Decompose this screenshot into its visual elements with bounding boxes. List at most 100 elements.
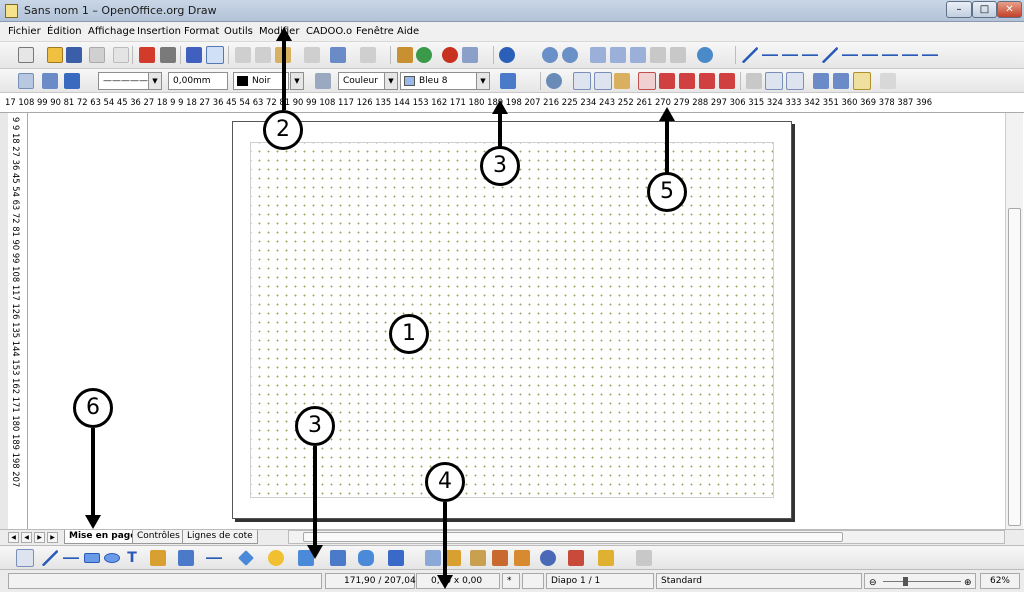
styles-formatting-icon[interactable]	[18, 73, 34, 89]
snap-object-points-icon[interactable]	[699, 73, 715, 89]
glue-points-icon[interactable]	[833, 73, 849, 89]
zoom-width-icon[interactable]	[670, 47, 686, 63]
select-icon[interactable]	[16, 549, 34, 567]
horizontal-scrollbar[interactable]	[288, 530, 1005, 544]
line-arrow-circle-icon[interactable]	[802, 47, 818, 63]
cut-icon[interactable]	[235, 47, 251, 63]
line-width-input[interactable]: 0,00mm	[168, 72, 228, 90]
line-arrow-end-icon[interactable]	[762, 47, 778, 63]
vertical-scroll-thumb[interactable]	[1008, 208, 1021, 526]
zoom-page-icon[interactable]	[650, 47, 666, 63]
line-color-select[interactable]: Noir	[233, 72, 289, 90]
menu-format[interactable]: Format	[184, 26, 219, 37]
line-style-select[interactable]: ————— ▼	[98, 72, 162, 90]
3d-objects-icon[interactable]	[425, 550, 441, 566]
first-tab-button[interactable]: ◀	[8, 532, 19, 543]
lines-arrows-icon[interactable]	[206, 550, 222, 566]
menu-fichier[interactable]: Fichier	[8, 26, 41, 37]
insert-image-icon[interactable]	[492, 550, 508, 566]
zoom-handle[interactable]	[903, 577, 908, 586]
zoom-out-slider-icon[interactable]: ⊖	[869, 576, 877, 590]
export-pdf-icon[interactable]	[139, 47, 155, 63]
rotate-icon[interactable]	[546, 73, 562, 89]
area-style-select[interactable]: Couleur ▼	[338, 72, 398, 90]
snap-guides-icon[interactable]	[638, 72, 656, 90]
draw-arrow-icon[interactable]	[63, 550, 79, 566]
line-arrows-both-icon[interactable]	[922, 47, 938, 63]
spellcheck-icon[interactable]	[186, 47, 202, 63]
shadow-icon[interactable]	[500, 73, 516, 89]
zoom-out-icon[interactable]	[562, 47, 578, 63]
print-icon[interactable]	[160, 47, 176, 63]
save-icon[interactable]	[66, 47, 82, 63]
curve-icon[interactable]	[150, 550, 166, 566]
stars-icon[interactable]	[388, 550, 404, 566]
arrow-style-icon[interactable]	[64, 73, 80, 89]
autospellcheck-icon[interactable]	[206, 46, 224, 64]
extrusion-toggle-icon[interactable]	[636, 550, 652, 566]
zoom-previous-icon[interactable]	[610, 47, 626, 63]
undo-icon[interactable]	[330, 47, 346, 63]
basic-shapes-icon[interactable]	[238, 550, 254, 566]
menu-aide[interactable]: Aide	[397, 26, 419, 37]
menu-insertion[interactable]: Insertion	[137, 26, 181, 37]
zoom-in-icon[interactable]	[542, 47, 558, 63]
text-frame-icon[interactable]	[786, 72, 804, 90]
clone-format-icon[interactable]	[304, 47, 320, 63]
fontwork-gallery-icon[interactable]	[445, 550, 461, 566]
next-tab-button[interactable]: ▶	[34, 532, 45, 543]
zoom-icon[interactable]	[462, 47, 478, 63]
from-file-icon[interactable]	[470, 550, 486, 566]
menu-affichage[interactable]: Affichage	[88, 26, 135, 37]
export-icon[interactable]	[113, 47, 129, 63]
copy-icon[interactable]	[255, 47, 271, 63]
horizontal-scroll-thumb[interactable]	[303, 532, 843, 542]
line-icon-small[interactable]	[42, 73, 58, 89]
line-color-dropdown[interactable]: ▼	[290, 72, 304, 90]
flowchart-icon[interactable]	[330, 550, 346, 566]
zoom-100-icon[interactable]	[590, 47, 606, 63]
area-color-select[interactable]: Bleu 8 ▼	[400, 72, 490, 90]
new-document-icon[interactable]	[18, 47, 34, 63]
area-icon[interactable]	[315, 73, 331, 89]
menu-fenetre[interactable]: Fenêtre	[356, 26, 394, 37]
menu-edition[interactable]: Édition	[47, 26, 82, 37]
tab-lignes-de-cote[interactable]: Lignes de cote	[182, 530, 258, 544]
zoom-in-slider-icon[interactable]: ⊕	[964, 576, 972, 590]
text-tool-icon[interactable]: T	[124, 550, 140, 566]
dimension-line-icon[interactable]	[822, 47, 838, 63]
zoom-next-icon[interactable]	[630, 47, 646, 63]
callouts-icon[interactable]	[358, 550, 374, 566]
edit-file-icon[interactable]	[89, 47, 105, 63]
extrusion-icon[interactable]	[880, 73, 896, 89]
close-button[interactable]: ✕	[997, 1, 1022, 18]
snap-page-margins-icon[interactable]	[659, 73, 675, 89]
points-icon[interactable]	[813, 73, 829, 89]
help-icon[interactable]	[499, 47, 515, 63]
line-arrow-square-icon[interactable]	[842, 47, 858, 63]
draw-functions-icon[interactable]	[442, 47, 458, 63]
rectangle-icon[interactable]	[84, 553, 100, 563]
line-arrows-icon[interactable]	[862, 47, 878, 63]
line-arrow-start-icon[interactable]	[782, 47, 798, 63]
gallery-drawbar-icon[interactable]	[514, 550, 530, 566]
drawing-area[interactable]	[250, 142, 774, 498]
menu-outils[interactable]: Outils	[224, 26, 253, 37]
snap-grid-icon[interactable]	[614, 73, 630, 89]
fit-text-icon[interactable]	[765, 72, 783, 90]
zoom-slider[interactable]: ⊖ ⊕	[864, 573, 976, 589]
line-circle-arrow-icon[interactable]	[882, 47, 898, 63]
navigator-icon[interactable]	[697, 47, 713, 63]
maximize-button[interactable]: □	[972, 1, 997, 18]
prev-tab-button[interactable]: ◀	[21, 532, 32, 543]
connector-icon[interactable]	[178, 550, 194, 566]
effects-icon[interactable]	[540, 550, 556, 566]
arrange-icon[interactable]	[598, 550, 614, 566]
alignment-icon[interactable]	[568, 550, 584, 566]
gallery-icon[interactable]	[416, 47, 432, 63]
last-tab-button[interactable]: ▶	[47, 532, 58, 543]
display-grid-icon[interactable]	[573, 72, 591, 90]
guides-icon[interactable]	[594, 72, 612, 90]
snap-object-border-icon[interactable]	[679, 73, 695, 89]
tab-mise-en-page[interactable]: Mise en page	[64, 530, 142, 544]
